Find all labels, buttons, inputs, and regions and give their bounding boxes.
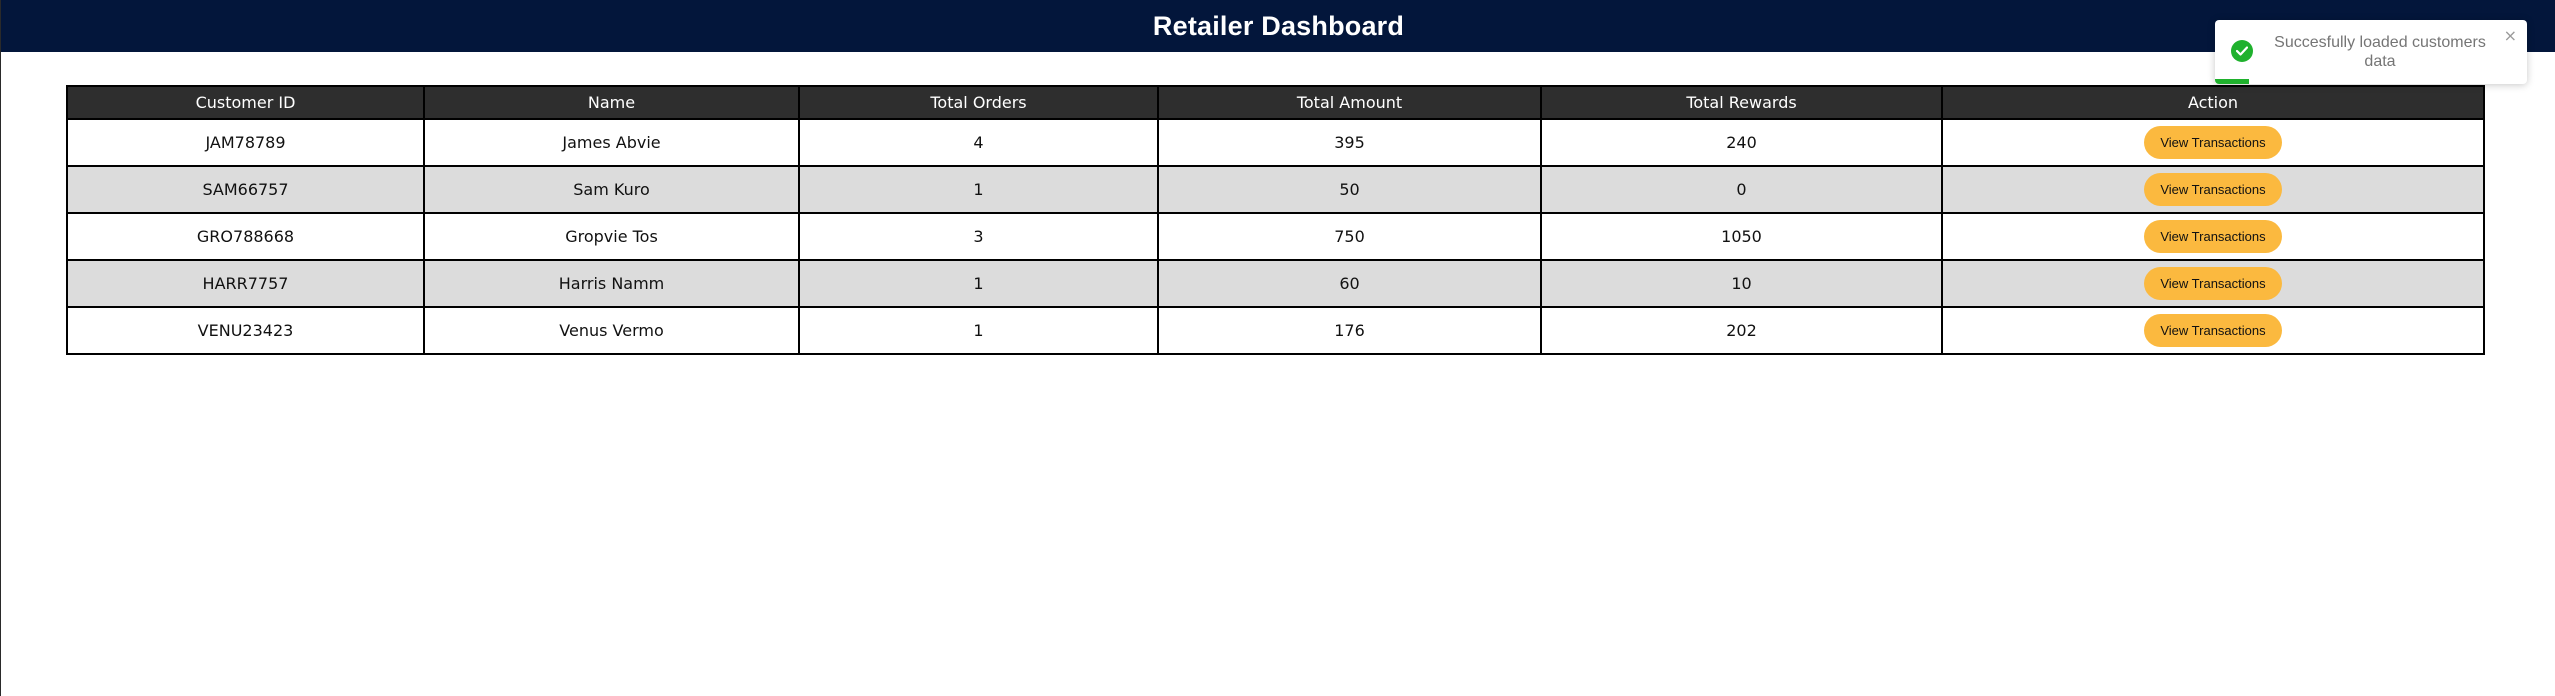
table-row: JAM78789 James Abvie 4 395 240 View Tran…	[66, 118, 2485, 167]
cell-total-rewards: 10	[1540, 259, 1943, 308]
view-transactions-button[interactable]: View Transactions	[2144, 220, 2282, 253]
table-row: HARR7757 Harris Namm 1 60 10 View Transa…	[66, 259, 2485, 308]
table-row: VENU23423 Venus Vermo 1 176 202 View Tra…	[66, 306, 2485, 355]
cell-total-amount: 176	[1157, 306, 1542, 355]
column-header-name: Name	[423, 85, 800, 120]
page-title: Retailer Dashboard	[1152, 10, 1405, 41]
column-header-total-rewards: Total Rewards	[1540, 85, 1943, 120]
cell-action: View Transactions	[1941, 165, 2485, 214]
cell-customer-id: JAM78789	[66, 118, 425, 167]
page: Retailer Dashboard Customer ID Name Tota…	[0, 0, 2555, 696]
cell-customer-id: GRO788668	[66, 212, 425, 261]
cell-total-rewards: 202	[1540, 306, 1943, 355]
table-row: GRO788668 Gropvie Tos 3 750 1050 View Tr…	[66, 212, 2485, 261]
customers-table-container: Customer ID Name Total Orders Total Amou…	[66, 85, 2485, 355]
toast-message: Succesfully loaded customers data	[2274, 34, 2486, 70]
success-toast[interactable]: Succesfully loaded customers data ×	[2215, 20, 2527, 84]
customers-table: Customer ID Name Total Orders Total Amou…	[66, 85, 2485, 355]
cell-total-orders: 4	[798, 118, 1159, 167]
check-circle-icon	[2231, 40, 2253, 62]
table-row: SAM66757 Sam Kuro 1 50 0 View Transactio…	[66, 165, 2485, 214]
close-icon[interactable]: ×	[2504, 26, 2517, 45]
cell-action: View Transactions	[1941, 259, 2485, 308]
cell-total-rewards: 240	[1540, 118, 1943, 167]
cell-total-amount: 60	[1157, 259, 1542, 308]
cell-total-amount: 50	[1157, 165, 1542, 214]
cell-total-amount: 750	[1157, 212, 1542, 261]
column-header-customer-id: Customer ID	[66, 85, 425, 120]
view-transactions-button[interactable]: View Transactions	[2144, 314, 2282, 347]
cell-name: Gropvie Tos	[423, 212, 800, 261]
cell-name: James Abvie	[423, 118, 800, 167]
cell-total-orders: 1	[798, 306, 1159, 355]
cell-customer-id: HARR7757	[66, 259, 425, 308]
cell-name: Harris Namm	[423, 259, 800, 308]
table-header-row: Customer ID Name Total Orders Total Amou…	[66, 85, 2485, 120]
view-transactions-button[interactable]: View Transactions	[2144, 126, 2282, 159]
cell-action: View Transactions	[1941, 118, 2485, 167]
cell-total-rewards: 1050	[1540, 212, 1943, 261]
cell-total-orders: 1	[798, 165, 1159, 214]
column-header-total-orders: Total Orders	[798, 85, 1159, 120]
column-header-total-amount: Total Amount	[1157, 85, 1542, 120]
cell-customer-id: VENU23423	[66, 306, 425, 355]
view-transactions-button[interactable]: View Transactions	[2144, 173, 2282, 206]
toast-progress-bar	[2215, 79, 2250, 84]
app-header: Retailer Dashboard	[1, 0, 2555, 52]
cell-action: View Transactions	[1941, 212, 2485, 261]
view-transactions-button[interactable]: View Transactions	[2144, 267, 2282, 300]
cell-total-orders: 1	[798, 259, 1159, 308]
column-header-action: Action	[1941, 85, 2485, 120]
cell-customer-id: SAM66757	[66, 165, 425, 214]
cell-action: View Transactions	[1941, 306, 2485, 355]
cell-total-orders: 3	[798, 212, 1159, 261]
cell-total-rewards: 0	[1540, 165, 1943, 214]
cell-total-amount: 395	[1157, 118, 1542, 167]
cell-name: Venus Vermo	[423, 306, 800, 355]
cell-name: Sam Kuro	[423, 165, 800, 214]
